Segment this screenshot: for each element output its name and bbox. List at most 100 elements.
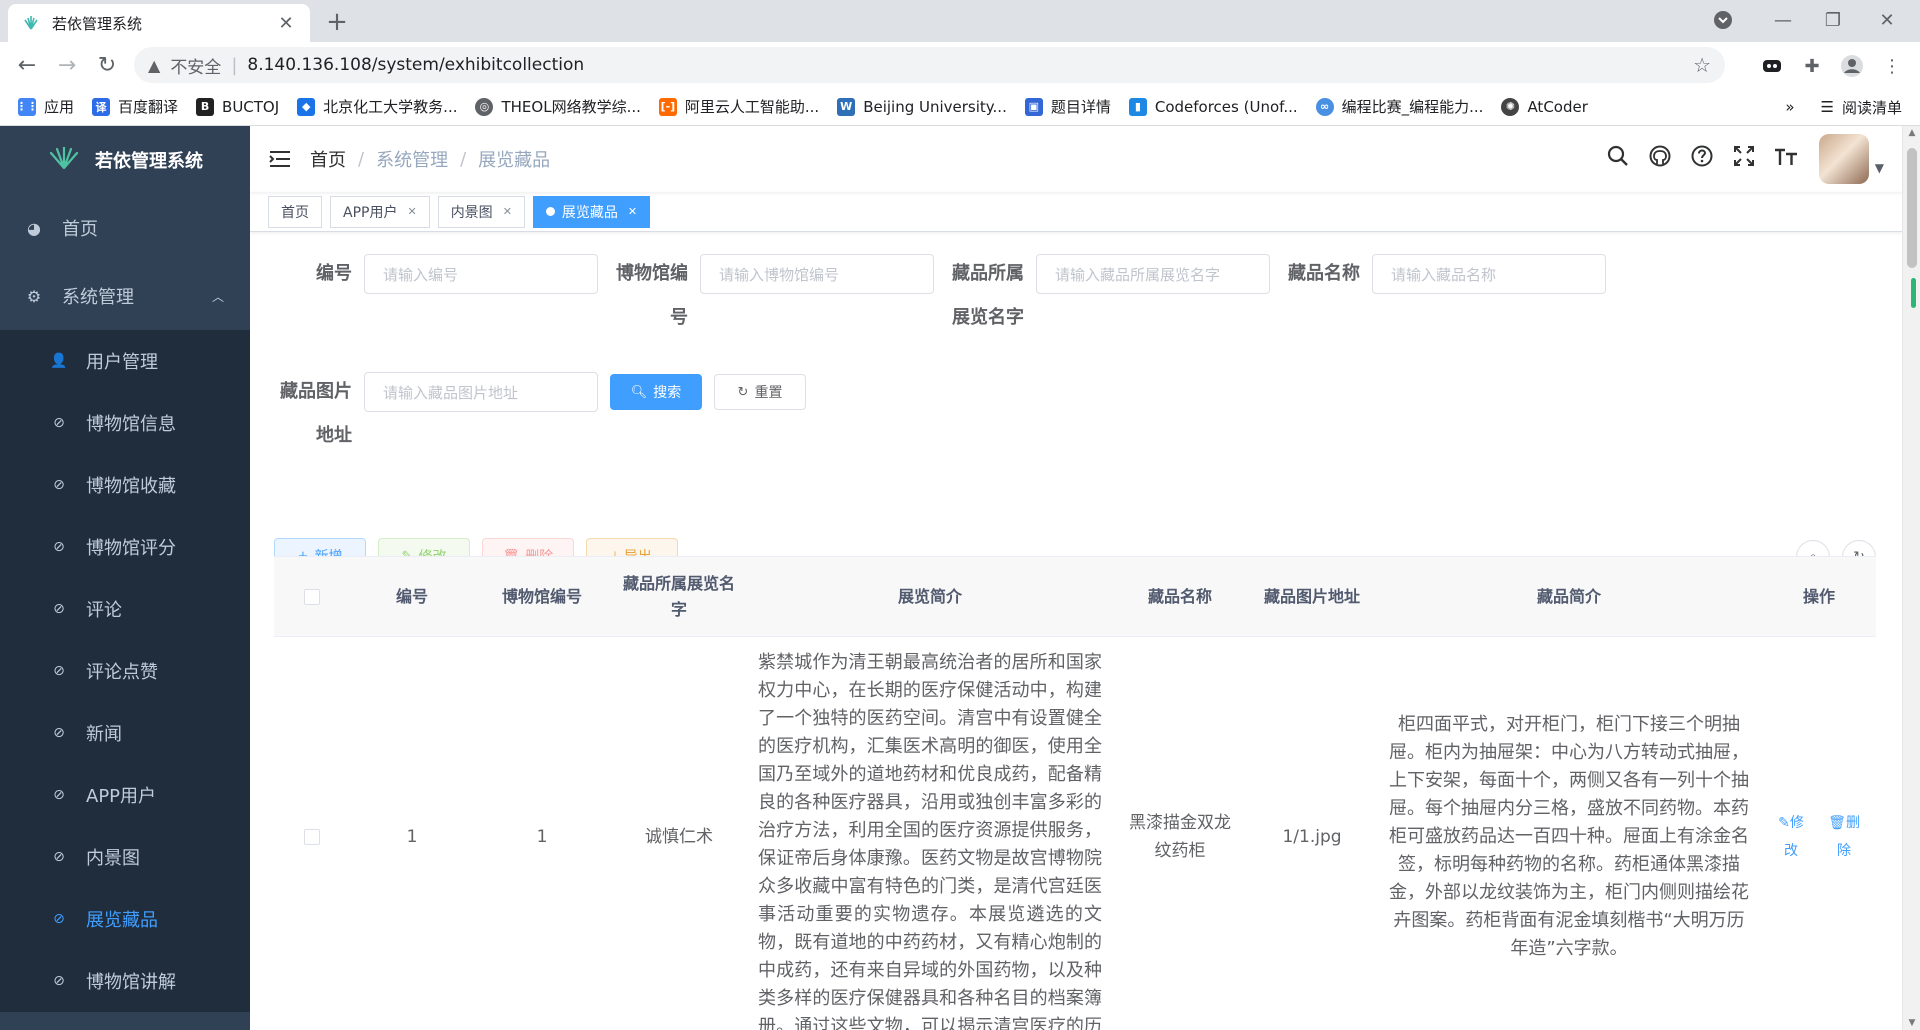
browser-tab[interactable]: 若依管理系统 ✕ xyxy=(8,4,310,42)
restore-icon[interactable]: ❐ xyxy=(1810,0,1856,40)
bookmark-baidu-translate[interactable]: 译百度翻译 xyxy=(92,96,178,117)
close-icon[interactable]: ✕ xyxy=(503,205,512,218)
sidebar-logo[interactable]: 若依管理系统 xyxy=(0,126,250,194)
museum-id-label: 博物馆编号 xyxy=(616,263,688,328)
search-icon[interactable] xyxy=(1597,145,1639,173)
sidebar-item-museum-info[interactable]: ⊘ 博物馆信息 xyxy=(0,392,250,454)
tag-exhibit-collection[interactable]: 展览藏品 ✕ xyxy=(532,195,651,228)
image-label: 藏品图片地址 xyxy=(280,381,352,446)
sidebar-item-museum-collection[interactable]: ⊘ 博物馆收藏 xyxy=(0,454,250,516)
sidebar-item-comment-like[interactable]: ⊘ 评论点赞 xyxy=(0,640,250,702)
profile-avatar-icon[interactable] xyxy=(1838,52,1866,80)
row-delete-link[interactable]: 🗑︎删除 xyxy=(1822,809,1866,865)
ruoyi-logo-icon xyxy=(47,145,81,174)
name-input[interactable]: 请输入藏品名称 xyxy=(1372,254,1606,294)
browser-menu-icon[interactable]: ⋮ xyxy=(1878,52,1906,80)
browser-toolbar: ← → ↻ ▲ 不安全 | 8.140.136.108/system/exhib… xyxy=(0,42,1920,88)
minimize-icon[interactable]: — xyxy=(1760,0,1806,40)
tag-interior-image[interactable]: 内景图 ✕ xyxy=(437,195,525,228)
navbar-right-menu: ▼ xyxy=(1597,126,1902,192)
reading-list-button[interactable]: 阅读清单 xyxy=(1842,97,1902,118)
page-scrollbar[interactable]: ▲ ▼ xyxy=(1902,126,1920,1030)
row-edit-link[interactable]: ✎修改 xyxy=(1772,809,1810,865)
exhibit-input[interactable]: 请输入藏品所属展览名字 xyxy=(1036,254,1270,294)
address-bar[interactable]: ▲ 不安全 | 8.140.136.108/system/exhibitcoll… xyxy=(134,47,1725,83)
form-item-image: 藏品图片地址 请输入藏品图片地址 xyxy=(274,370,598,458)
header-id: 编号 xyxy=(395,586,428,606)
sidebar-item-system[interactable]: ⚙ 系统管理 ︿ xyxy=(0,262,250,330)
circle-check-icon: ⊘ xyxy=(53,849,65,865)
tag-app-user[interactable]: APP用户 ✕ xyxy=(330,195,430,228)
bookmark-apps[interactable]: ⋮⋮ 应用 xyxy=(16,96,74,117)
search-form-row-1: 编号 请输入编号 博物馆编号 请输入博物馆编号 藏品所属展览名字 请输入藏品所属… xyxy=(274,252,1878,340)
bookmark-atcoder[interactable]: ✺ AtCoder xyxy=(1501,97,1588,116)
bookmark-problem-detail[interactable]: ▣ 题目详情 xyxy=(1024,96,1111,117)
row-checkbox[interactable] xyxy=(304,829,320,845)
bookmark-theol[interactable]: ◎ THEOL网络教学综... xyxy=(475,96,641,117)
bookmark-beijing-university[interactable]: W Beijing University... xyxy=(837,97,1007,116)
new-tab-button[interactable]: + xyxy=(322,8,352,38)
puzzle-extensions-icon[interactable]: ✚ xyxy=(1798,52,1826,80)
bookmark-star-icon[interactable]: ☆ xyxy=(1693,53,1711,77)
user-icon: 👤 xyxy=(50,353,68,369)
sidebar-item-museum-rating[interactable]: ⊘ 博物馆评分 xyxy=(0,516,250,578)
circle-check-icon: ⊘ xyxy=(53,663,65,679)
breadcrumb-home[interactable]: 首页 xyxy=(310,146,346,172)
sidebar-item-app-user[interactable]: ⊘ APP用户 xyxy=(0,764,250,826)
bookmark-contest[interactable]: ∞ 编程比赛_编程能力... xyxy=(1315,96,1483,117)
reload-icon[interactable]: ↻ xyxy=(90,48,124,82)
id-input[interactable]: 请输入编号 xyxy=(364,254,598,294)
cell-id: 1 xyxy=(406,827,418,847)
caret-down-icon[interactable]: ▼ xyxy=(1875,161,1884,175)
sidebar-item-user-management[interactable]: 👤 用户管理 xyxy=(0,330,250,392)
hamburger-menu-icon[interactable] xyxy=(250,150,310,168)
scrollbar-thumb[interactable] xyxy=(1907,148,1917,268)
circle-check-icon: ⊘ xyxy=(53,725,65,741)
circle-check-icon: ⊘ xyxy=(53,601,65,617)
select-all-checkbox[interactable] xyxy=(304,588,320,605)
bookmark-buct-academic[interactable]: ◆ 北京化工大学教务... xyxy=(297,96,457,117)
more-bookmarks-button[interactable]: » xyxy=(1785,98,1794,116)
image-input[interactable]: 请输入藏品图片地址 xyxy=(364,372,598,412)
close-window-icon[interactable]: ✕ xyxy=(1864,0,1910,40)
sidebar-item-label: 系统管理 xyxy=(62,287,134,308)
sidebar-item-news[interactable]: ⊘ 新闻 xyxy=(0,702,250,764)
bookmark-codeforces[interactable]: ▮ Codeforces (Unof... xyxy=(1128,97,1298,116)
fullscreen-icon[interactable] xyxy=(1723,145,1765,173)
avatar[interactable] xyxy=(1818,134,1869,184)
header-operations: 操作 xyxy=(1802,586,1835,606)
font-size-icon[interactable] xyxy=(1765,145,1807,173)
sidebar-item-interior-image[interactable]: ⊘ 内景图 xyxy=(0,826,250,888)
close-tab-icon[interactable]: ✕ xyxy=(276,13,296,34)
sidebar-item-exhibit-collection[interactable]: ⊘ 展览藏品 xyxy=(0,888,250,950)
sidebar-item-home[interactable]: ◕ 首页 xyxy=(0,194,250,262)
exhibit-label: 藏品所属展览名字 xyxy=(952,263,1024,328)
help-question-icon[interactable] xyxy=(1681,145,1723,173)
system-submenu: 👤 用户管理 ⊘ 博物馆信息 ⊘ 博物馆收藏 ⊘ 博物馆评分 ⊘ 评论 ⊘ 评论点赞 ⊘ 新闻… xyxy=(0,330,250,1012)
sidebar-item-museum-guide[interactable]: ⊘ 博物馆讲解 xyxy=(0,950,250,1012)
cell-museum-id: 1 xyxy=(536,827,548,847)
profile-dropdown-icon[interactable] xyxy=(1706,0,1740,40)
close-icon[interactable]: ✕ xyxy=(407,205,416,218)
sidebar: 若依管理系统 ◕ 首页 ⚙ 系统管理 ︿ 👤 用户管理 ⊘ 博物馆信息 ⊘ 博物馆收藏… xyxy=(0,126,250,1030)
top-navbar: 首页 / 系统管理 / 展览藏品 ▼ xyxy=(250,126,1902,192)
sidebar-item-comment[interactable]: ⊘ 评论 xyxy=(0,578,250,640)
header-museum-id: 博物馆编号 xyxy=(501,586,582,606)
github-icon[interactable] xyxy=(1639,145,1681,173)
scroll-down-icon[interactable]: ▼ xyxy=(1903,1018,1920,1028)
contest-icon: ∞ xyxy=(1315,97,1334,116)
back-arrow-icon[interactable]: ← xyxy=(10,48,44,82)
bookmark-aliyun[interactable]: [-] 阿里云人工智能助... xyxy=(658,96,819,117)
museum-id-input[interactable]: 请输入博物馆编号 xyxy=(700,254,934,294)
scroll-up-icon[interactable]: ▲ xyxy=(1903,128,1920,138)
reset-button[interactable]: ↻ 重置 xyxy=(714,374,806,410)
close-icon[interactable]: ✕ xyxy=(628,205,637,218)
search-button[interactable]: 🔍︎ 搜索 xyxy=(610,374,702,410)
circle-check-icon: ⊘ xyxy=(53,787,65,803)
bookmark-buctoj[interactable]: B BUCTOJ xyxy=(196,97,279,116)
forward-arrow-icon[interactable]: → xyxy=(50,48,84,82)
tag-home[interactable]: 首页 xyxy=(268,195,322,228)
form-item-name: 藏品名称 请输入藏品名称 xyxy=(1282,252,1606,296)
breadcrumb-current: 展览藏品 xyxy=(478,150,551,171)
extension-icon[interactable] xyxy=(1758,52,1786,80)
